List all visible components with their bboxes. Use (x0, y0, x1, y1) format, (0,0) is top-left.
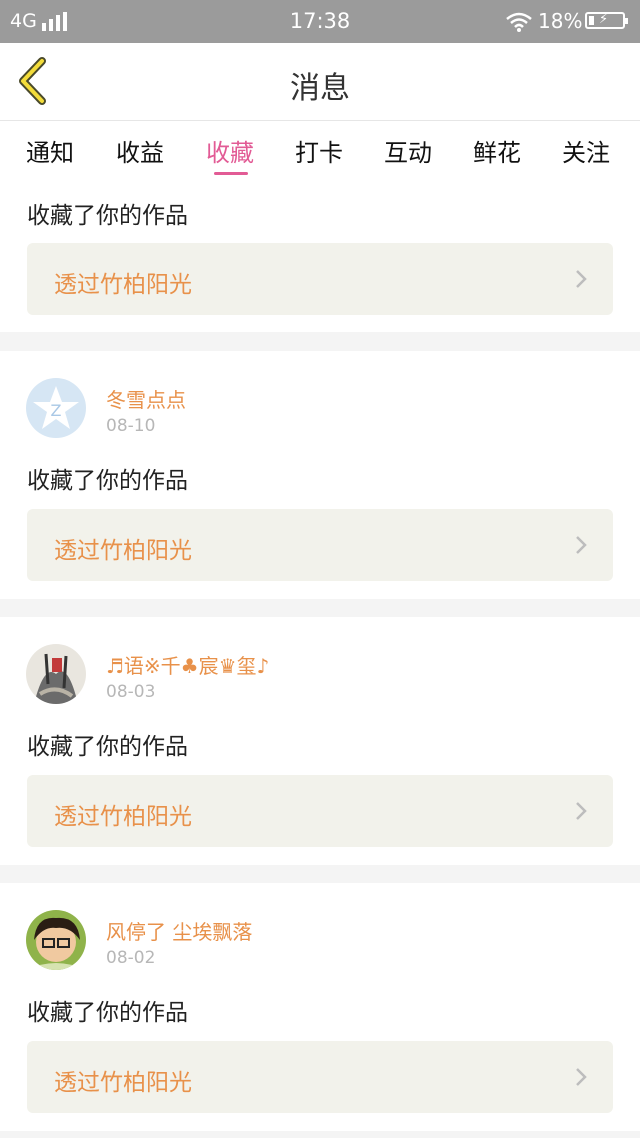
tab-flowers[interactable]: 鲜花 (473, 133, 521, 168)
work-link[interactable]: 透过竹柏阳光 (27, 243, 613, 315)
chevron-right-icon (576, 270, 587, 288)
tab-favorites[interactable]: 收藏 (206, 133, 254, 168)
message-card: 收藏了你的作品 透过竹柏阳光 (0, 179, 640, 332)
active-tab-indicator (214, 172, 248, 175)
message-date: 08-03 (106, 682, 156, 702)
chevron-right-icon (576, 1068, 587, 1086)
tab-bar: 通知 收益 收藏 打卡 互动 鲜花 关注 (0, 121, 640, 179)
svg-text:Z: Z (51, 401, 62, 420)
work-title: 透过竹柏阳光 (54, 1070, 192, 1096)
header: 消息 (0, 43, 640, 121)
avatar[interactable] (26, 910, 86, 970)
action-text: 收藏了你的作品 (27, 203, 188, 229)
user-name[interactable]: ♬语※千♣宸♛玺♪ (106, 650, 269, 679)
message-date: 08-02 (106, 948, 156, 968)
tab-notice[interactable]: 通知 (26, 133, 74, 168)
work-link[interactable]: 透过竹柏阳光 (27, 775, 613, 847)
work-title: 透过竹柏阳光 (54, 804, 192, 830)
message-card: Z 冬雪点点 08-10 收藏了你的作品 透过竹柏阳光 (0, 351, 640, 599)
action-text: 收藏了你的作品 (27, 1000, 188, 1026)
chevron-right-icon (576, 802, 587, 820)
message-card: 风停了 尘埃飘落 08-02 收藏了你的作品 透过竹柏阳光 (0, 883, 640, 1131)
user-name[interactable]: 冬雪点点 (106, 384, 186, 413)
user-name[interactable]: 风停了 尘埃飘落 (106, 916, 252, 945)
avatar[interactable] (26, 644, 86, 704)
message-card: ♬语※千♣宸♛玺♪ 08-03 收藏了你的作品 透过竹柏阳光 (0, 617, 640, 865)
battery-percent: 18% (538, 9, 583, 33)
message-date: 08-10 (106, 416, 156, 436)
action-text: 收藏了你的作品 (27, 468, 188, 494)
action-text: 收藏了你的作品 (27, 734, 188, 760)
tab-earnings[interactable]: 收益 (116, 133, 164, 168)
page-title: 消息 (290, 71, 350, 106)
status-bar: 4G 17:38 18% ⚡ (0, 0, 640, 43)
tab-follow[interactable]: 关注 (562, 133, 610, 168)
work-link[interactable]: 透过竹柏阳光 (27, 1041, 613, 1113)
avatar[interactable]: Z (26, 378, 86, 438)
work-title: 透过竹柏阳光 (54, 272, 192, 298)
tab-interaction[interactable]: 互动 (384, 133, 432, 168)
battery-icon: ⚡ (585, 12, 628, 29)
chevron-right-icon (576, 536, 587, 554)
work-title: 透过竹柏阳光 (54, 538, 192, 564)
wifi-icon (506, 12, 532, 32)
work-link[interactable]: 透过竹柏阳光 (27, 509, 613, 581)
tab-checkin[interactable]: 打卡 (295, 133, 343, 168)
